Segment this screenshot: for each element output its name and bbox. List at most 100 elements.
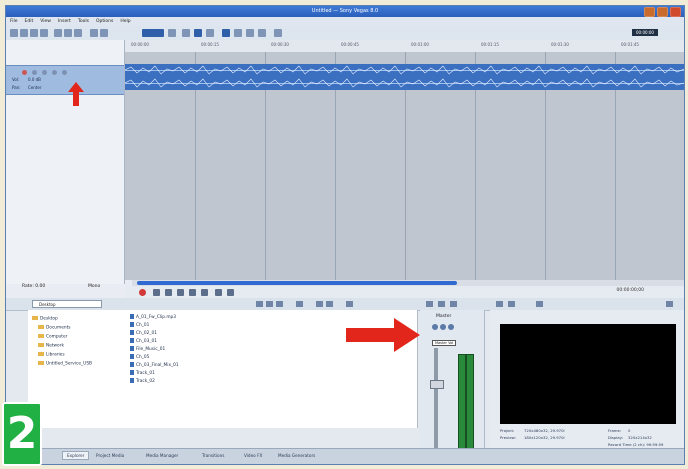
pause-button[interactable]	[189, 289, 196, 296]
split-icon[interactable]	[246, 29, 254, 37]
copy-icon[interactable]	[64, 29, 72, 37]
tab-explorer[interactable]: Explorer	[62, 451, 90, 460]
list-item[interactable]: Ch_03_Final_Mix_01	[130, 362, 179, 368]
file-name: Ch_03_Final_Mix_01	[136, 363, 179, 368]
tab-transitions[interactable]: Transitions	[202, 453, 224, 458]
preview-quality-icon[interactable]	[536, 301, 543, 307]
fx-icon[interactable]	[52, 70, 57, 75]
vol-label: Vol:	[12, 77, 20, 82]
stop-preview-icon[interactable]	[326, 301, 333, 307]
auto-ripple-icon[interactable]	[168, 29, 176, 37]
lock-envelopes-icon[interactable]	[182, 29, 190, 37]
automation-icon[interactable]	[62, 70, 67, 75]
go-to-start-button[interactable]	[215, 289, 222, 296]
stop-button[interactable]	[201, 289, 208, 296]
menu-options[interactable]: Options	[96, 17, 113, 26]
pan-label: Pan:	[12, 85, 21, 90]
tree-item[interactable]: Network	[38, 343, 64, 349]
delete-icon[interactable]	[276, 301, 283, 307]
list-item[interactable]: Ch_02_01	[130, 330, 157, 336]
menu-edit[interactable]: Edit	[25, 17, 34, 26]
timeline-scroll-thumb[interactable]	[137, 281, 457, 285]
loop-button[interactable]	[153, 289, 160, 296]
snapping-button[interactable]	[142, 29, 164, 37]
list-item[interactable]: Track_02	[130, 378, 155, 384]
record-button[interactable]	[139, 289, 146, 296]
save-snapshot-icon[interactable]	[666, 301, 673, 307]
ruler-tick: 00:01:30	[551, 42, 569, 47]
new-icon[interactable]	[10, 29, 18, 37]
menu-help[interactable]: Help	[120, 17, 130, 26]
trim-icon[interactable]	[258, 29, 266, 37]
normal-edit-tool-icon[interactable]	[194, 29, 202, 37]
project-value: 720x480x32, 29.970i	[524, 428, 565, 433]
window-docking-area: Desktop Desktop Documents Computer Netwo…	[6, 298, 684, 450]
envelope-tool-icon[interactable]	[206, 29, 214, 37]
mixer-properties-icon[interactable]	[426, 301, 433, 307]
file-icon	[130, 322, 134, 327]
main-toolbar: 00:00:00	[6, 26, 684, 41]
mixer-mute-icon[interactable]	[440, 324, 446, 330]
tree-item[interactable]: Documents	[38, 325, 71, 331]
maximize-button[interactable]	[657, 7, 668, 17]
minimize-button[interactable]	[644, 7, 655, 17]
zoom-tool-icon[interactable]	[234, 29, 242, 37]
render-icon[interactable]	[40, 29, 48, 37]
tab-media-generators[interactable]: Media Generators	[278, 453, 315, 458]
solo-icon[interactable]	[42, 70, 47, 75]
preview-properties-icon[interactable]	[496, 301, 503, 307]
play-button[interactable]	[177, 289, 184, 296]
insert-bus-icon[interactable]	[438, 301, 445, 307]
tab-video-fx[interactable]: Video FX	[244, 453, 262, 458]
menu-file[interactable]: File	[10, 17, 18, 26]
cut-icon[interactable]	[54, 29, 62, 37]
edit-mode-label: Mono	[88, 284, 101, 289]
mixer-fx-icon[interactable]	[432, 324, 438, 330]
paste-icon[interactable]	[74, 29, 82, 37]
start-preview-icon[interactable]	[316, 301, 323, 307]
tab-media-manager[interactable]: Media Manager	[146, 453, 178, 458]
tree-item-label: Desktop	[40, 316, 58, 322]
master-fader-handle[interactable]	[430, 380, 444, 389]
audio-track-header[interactable]: Vol: 0.0 dB Pan: Center	[6, 65, 124, 95]
mixer-solo-icon[interactable]	[448, 324, 454, 330]
open-icon[interactable]	[20, 29, 28, 37]
tree-item[interactable]: Untitled_Service_USB	[38, 361, 92, 367]
arm-record-icon[interactable]	[22, 70, 27, 75]
tree-item[interactable]: Desktop	[32, 316, 58, 322]
refresh-icon[interactable]	[266, 301, 273, 307]
auto-preview-icon[interactable]	[346, 301, 353, 307]
help-icon[interactable]	[274, 29, 282, 37]
menu-tools[interactable]: Tools	[78, 17, 89, 26]
master-fader-track[interactable]	[434, 348, 438, 448]
close-button[interactable]	[670, 7, 681, 17]
menu-view[interactable]: View	[40, 17, 51, 26]
tree-item[interactable]: Computer	[38, 334, 67, 340]
selection-tool-icon[interactable]	[222, 29, 230, 37]
insert-fx-icon[interactable]	[450, 301, 457, 307]
tab-project-media[interactable]: Project Media	[96, 453, 124, 458]
save-icon[interactable]	[30, 29, 38, 37]
audio-clip-waveform[interactable]	[124, 64, 684, 90]
explorer-path-dropdown[interactable]: Desktop	[32, 300, 102, 308]
go-to-end-button[interactable]	[227, 289, 234, 296]
mute-icon[interactable]	[32, 70, 37, 75]
tree-item[interactable]: Libraries	[38, 352, 65, 358]
file-icon	[130, 354, 134, 359]
redo-icon[interactable]	[100, 29, 108, 37]
menu-insert[interactable]: Insert	[58, 17, 71, 26]
timeline-area[interactable]	[124, 52, 684, 280]
up-folder-icon[interactable]	[256, 301, 263, 307]
pan-value[interactable]: Center	[28, 85, 41, 90]
play-from-start-button[interactable]	[165, 289, 172, 296]
preview-fx-icon[interactable]	[508, 301, 515, 307]
views-icon[interactable]	[296, 301, 303, 307]
list-item[interactable]: Ch_03_01	[130, 338, 157, 344]
list-item[interactable]: File_Music_01	[130, 346, 165, 352]
undo-icon[interactable]	[90, 29, 98, 37]
list-item[interactable]: Ch_01	[130, 322, 149, 328]
list-item[interactable]: Ch_05	[130, 354, 149, 360]
list-item[interactable]: Track_01	[130, 370, 155, 376]
list-item[interactable]: A_01_Fw_Clip.mp3	[130, 314, 176, 320]
vol-value[interactable]: 0.0 dB	[28, 77, 41, 82]
